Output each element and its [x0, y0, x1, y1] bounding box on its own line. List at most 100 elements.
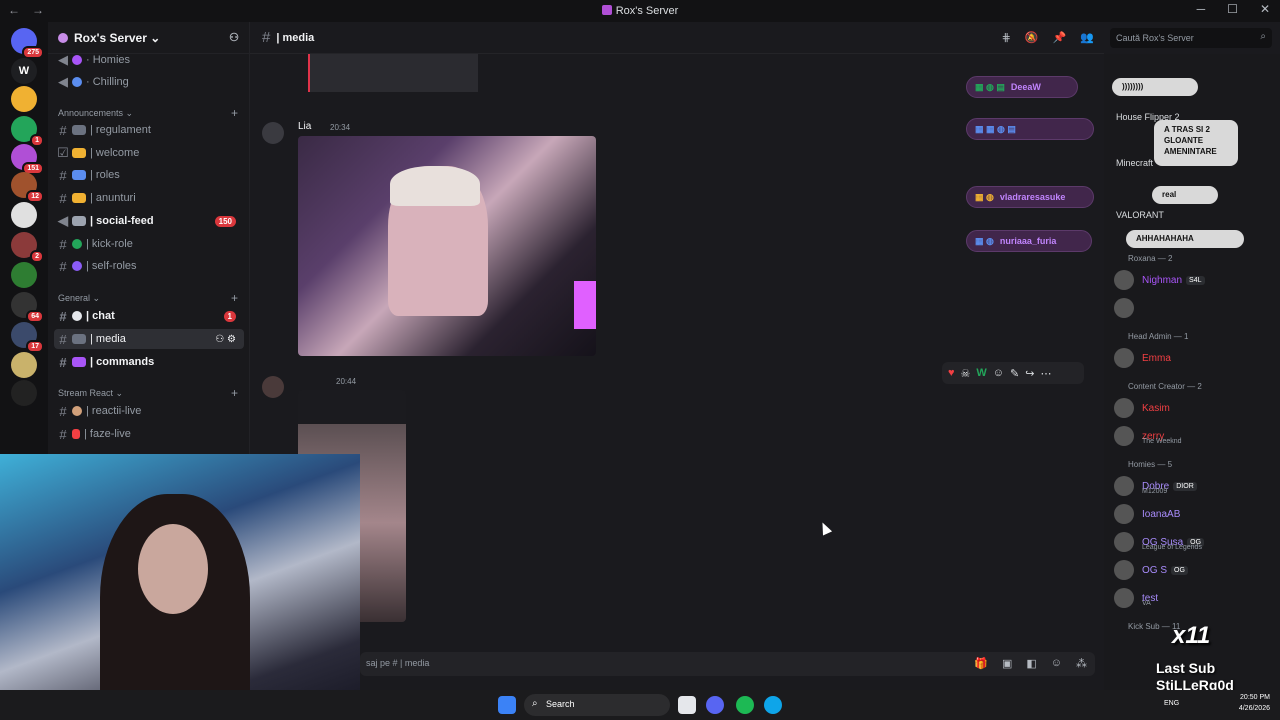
- sticker-icon[interactable]: ◧: [1026, 657, 1036, 670]
- apps-icon[interactable]: ⁂: [1076, 657, 1087, 670]
- channel-self-roles[interactable]: # | self-roles: [54, 256, 244, 276]
- channel-media[interactable]: # | media ⚇ ⚙: [54, 329, 244, 349]
- gif-icon[interactable]: ▣: [1002, 657, 1012, 670]
- avatar: [1114, 588, 1134, 608]
- member-item[interactable]: IoanaAB: [1114, 502, 1280, 526]
- fire-icon: [72, 429, 80, 439]
- start-icon[interactable]: [498, 696, 516, 714]
- discord-icon[interactable]: [706, 696, 724, 714]
- channel-kick-role[interactable]: # | kick-role: [54, 234, 244, 254]
- unread-badge: 150: [214, 215, 236, 227]
- forward-icon[interactable]: ↪: [1025, 367, 1034, 380]
- member-list-icon[interactable]: 👥: [1080, 31, 1094, 44]
- close-button[interactable]: ✕: [1260, 2, 1270, 16]
- image-attachment[interactable]: [298, 136, 596, 356]
- overlay-username: nuriaaa_furia: [999, 236, 1057, 246]
- server-icon[interactable]: [11, 352, 37, 378]
- category-label: General ⌄: [58, 293, 101, 303]
- heart-reaction-icon[interactable]: ♥: [948, 367, 955, 379]
- emoji-icon[interactable]: ☺: [1051, 657, 1062, 670]
- channel-social-feed[interactable]: ◀ | social-feed 150: [54, 211, 244, 231]
- server-icon[interactable]: [11, 262, 37, 288]
- channel-faze-live[interactable]: # | faze-live: [54, 424, 244, 444]
- taskbar-search[interactable]: ⌕ Search: [524, 694, 670, 716]
- member-item[interactable]: OG Susa OG League of Legends: [1114, 530, 1280, 554]
- server-icon[interactable]: 12: [11, 172, 44, 203]
- server-icon[interactable]: [11, 86, 37, 112]
- message-composer[interactable]: saj pe # | media 🎁 ▣ ◧ ☺ ⁂: [360, 652, 1095, 676]
- channel-anunturi[interactable]: # | anunturi: [54, 188, 244, 208]
- member-item[interactable]: test VA: [1114, 586, 1280, 610]
- channel-reactii-live[interactable]: # | reactii-live: [54, 401, 244, 421]
- pin-icon[interactable]: 📌: [1053, 31, 1067, 44]
- avatar: [1114, 426, 1134, 446]
- category-announcements[interactable]: Announcements ⌄ +: [58, 106, 238, 120]
- server-icon[interactable]: [11, 380, 37, 406]
- server-icon: [601, 5, 612, 15]
- edit-icon[interactable]: ✎: [1010, 367, 1019, 380]
- bell-icon: [72, 193, 86, 203]
- channel-homies[interactable]: ◀ · Homies: [54, 50, 244, 70]
- photo-light: [574, 281, 596, 329]
- window-title: Rox's Server: [0, 5, 1280, 17]
- previous-attachment[interactable]: [308, 54, 478, 92]
- channel-regulament[interactable]: # | regulament: [54, 120, 244, 140]
- server-icon[interactable]: 64: [11, 292, 44, 323]
- server-icon[interactable]: 1: [11, 116, 44, 147]
- server-icon[interactable]: [11, 202, 37, 228]
- member-tag: S4L: [1186, 275, 1205, 285]
- server-icon[interactable]: 2: [11, 232, 44, 263]
- member-activity: VA: [1142, 600, 1151, 607]
- more-icon[interactable]: ⋯: [1040, 367, 1051, 380]
- channel-welcome[interactable]: ☑ | welcome: [54, 143, 244, 163]
- server-badge: 2: [30, 250, 44, 263]
- channel-commands[interactable]: # | commands: [54, 352, 244, 372]
- gift-icon[interactable]: 🎁: [974, 657, 988, 670]
- server-icon[interactable]: 151: [11, 144, 44, 175]
- member-item[interactable]: OG S OG: [1114, 558, 1280, 582]
- channel-chilling[interactable]: ◀ · Chilling: [54, 72, 244, 92]
- hash-icon: #: [59, 190, 67, 206]
- edge-icon[interactable]: [764, 696, 782, 714]
- spotify-icon[interactable]: [736, 696, 754, 714]
- member-item[interactable]: Kasim: [1114, 396, 1280, 420]
- system-clock[interactable]: 20:50 PM 4/26/2026: [1239, 692, 1270, 714]
- activity-name: Minecraft: [1116, 158, 1154, 168]
- minimize-button[interactable]: ─: [1197, 2, 1206, 16]
- mute-bell-icon[interactable]: 🔕: [1025, 31, 1039, 44]
- member-item[interactable]: [1114, 296, 1280, 320]
- channel-roles[interactable]: # | roles: [54, 165, 244, 185]
- invite-people-icon[interactable]: ⚇: [229, 31, 239, 44]
- server-icon[interactable]: 17: [11, 322, 44, 353]
- category-general[interactable]: General ⌄ +: [58, 291, 238, 305]
- add-reaction-icon[interactable]: ☺: [993, 367, 1004, 379]
- channel-label: | social-feed: [90, 215, 154, 227]
- add-channel-icon[interactable]: +: [231, 386, 238, 400]
- member-item[interactable]: Emma: [1114, 346, 1280, 370]
- maximize-button[interactable]: ☐: [1227, 2, 1238, 16]
- server-icon[interactable]: 275: [11, 28, 44, 59]
- badge-icons: ▦ ◍ ▤: [975, 81, 1005, 92]
- member-item[interactable]: Nighman S4L: [1114, 268, 1280, 292]
- member-item[interactable]: Dobre DIOR M12009: [1114, 474, 1280, 498]
- category-stream-react[interactable]: Stream React ⌄ +: [58, 386, 238, 400]
- message-author[interactable]: Lia: [298, 121, 311, 132]
- channel-chat[interactable]: # | chat 1: [54, 306, 244, 326]
- clock-date: 4/26/2026: [1238, 705, 1270, 712]
- channel-label: · Homies: [86, 54, 131, 66]
- avatar[interactable]: [262, 122, 284, 144]
- language-indicator[interactable]: ENG: [1164, 700, 1179, 707]
- task-view-icon[interactable]: [678, 696, 696, 714]
- photo-cap: [390, 166, 480, 206]
- server-search-input[interactable]: Caută Rox's Server ⌕: [1110, 28, 1272, 48]
- threads-icon[interactable]: ⋕: [1002, 31, 1011, 44]
- add-channel-icon[interactable]: +: [231, 106, 238, 120]
- w-reaction-icon[interactable]: W: [976, 367, 986, 379]
- skull-reaction-icon[interactable]: ☠: [961, 367, 971, 380]
- chat-bubble: )))))))): [1112, 78, 1198, 96]
- add-channel-icon[interactable]: +: [231, 291, 238, 305]
- member-item[interactable]: zerry The Weeknd: [1114, 424, 1280, 448]
- server-icon[interactable]: W: [11, 58, 37, 84]
- avatar[interactable]: [262, 376, 284, 398]
- settings-gear-icon[interactable]: ⚇ ⚙: [215, 334, 236, 345]
